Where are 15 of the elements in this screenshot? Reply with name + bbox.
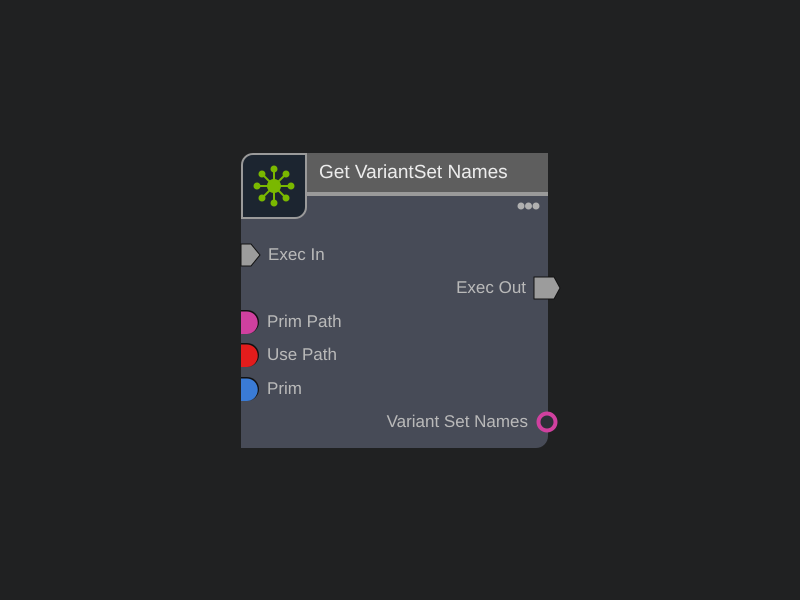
pin-label: Use Path: [267, 345, 337, 366]
pin-label: Prim: [267, 378, 302, 399]
more-icon[interactable]: [517, 202, 540, 210]
node-title: Get VariantSet Names: [305, 153, 548, 196]
pin-label: Exec Out: [456, 278, 526, 298]
pin-label: Prim Path: [267, 312, 342, 332]
network-icon: [251, 163, 297, 209]
output-pin[interactable]: [536, 411, 558, 434]
exec-pin[interactable]: [534, 276, 560, 300]
input-pin[interactable]: [241, 343, 259, 368]
input-pin[interactable]: [241, 376, 259, 401]
input-pin[interactable]: [241, 310, 259, 334]
exec-pin[interactable]: [241, 242, 260, 267]
pin-label: Exec In: [268, 244, 325, 265]
pin-label: Variant Set Names: [386, 412, 528, 432]
